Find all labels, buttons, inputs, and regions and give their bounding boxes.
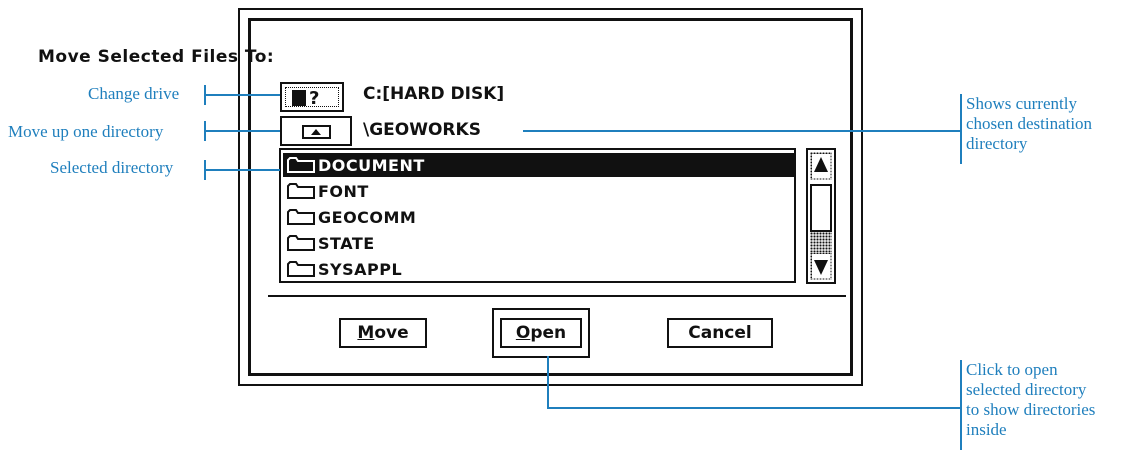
list-item-label: GEOCOMM [318,207,417,227]
cancel-label: Cancel [688,323,752,343]
list-item-label: STATE [318,233,375,253]
folder-icon [287,261,315,277]
list-item-geocomm[interactable]: GEOCOMM [283,205,794,229]
callout-open-line: inside [966,420,1007,439]
open-label: pen [530,323,567,343]
folder-icon [287,157,315,173]
callout-destination-line: Shows currently [966,94,1077,113]
open-button[interactable]: Open [500,318,582,348]
up-folder-icon [302,125,331,139]
callout-open-line: to show directories [966,400,1096,419]
callout-destination-line: directory [966,134,1028,153]
folder-icon [287,209,315,225]
list-item-font[interactable]: FONT [283,179,794,203]
callout-open: Click to open selected directory to show… [966,360,1095,440]
callout-line [204,130,280,132]
change-drive-button[interactable]: ? [280,82,344,112]
callout-open-line: Click to open [966,360,1058,379]
folder-icon [287,235,315,251]
list-item-label: FONT [318,181,369,201]
list-item-sysappl[interactable]: SYSAPPL [283,257,794,281]
callout-tick [960,360,962,450]
move-button[interactable]: Move [339,318,427,348]
folder-icon [287,183,315,199]
directory-scrollbar[interactable] [806,148,836,284]
callout-destination-line: chosen destination [966,114,1093,133]
current-path-label: \GEOWORKS [363,120,481,140]
arrow-down-icon [812,254,830,278]
list-item-document[interactable]: DOCUMENT [283,153,794,177]
up-directory-button[interactable] [280,116,352,146]
list-item-state[interactable]: STATE [283,231,794,255]
drive-label: C:[HARD DISK] [363,84,505,104]
dialog-divider [268,295,846,297]
move-mnemonic: M [357,323,375,343]
scroll-up-button[interactable] [810,152,832,180]
callout-selected-directory: Selected directory [50,158,174,177]
callout-line [547,407,960,409]
callout-line [547,356,549,409]
list-item-label: SYSAPPL [318,259,403,279]
cancel-button[interactable]: Cancel [667,318,773,348]
callout-line [204,169,280,171]
callout-open-line: selected directory [966,380,1087,399]
directory-list[interactable]: DOCUMENT FONT GEOCOMM STATE SYSAPPL [279,148,796,283]
callout-line [204,94,280,96]
scroll-down-button[interactable] [810,252,832,280]
callout-tick [960,94,962,164]
callout-destination: Shows currently chosen destination direc… [966,94,1092,154]
scroll-track[interactable] [810,232,832,252]
drive-icon: ? [292,88,319,109]
open-mnemonic: O [515,323,531,343]
callout-change-drive: Change drive [88,84,180,103]
dialog-title: Move Selected Files To: [38,47,275,67]
scroll-thumb[interactable] [810,184,832,232]
arrow-up-icon [812,154,830,178]
list-item-label: DOCUMENT [318,155,425,175]
callout-line [523,130,960,132]
move-label: ove [374,323,409,343]
callout-move-up: Move up one directory [8,122,164,141]
